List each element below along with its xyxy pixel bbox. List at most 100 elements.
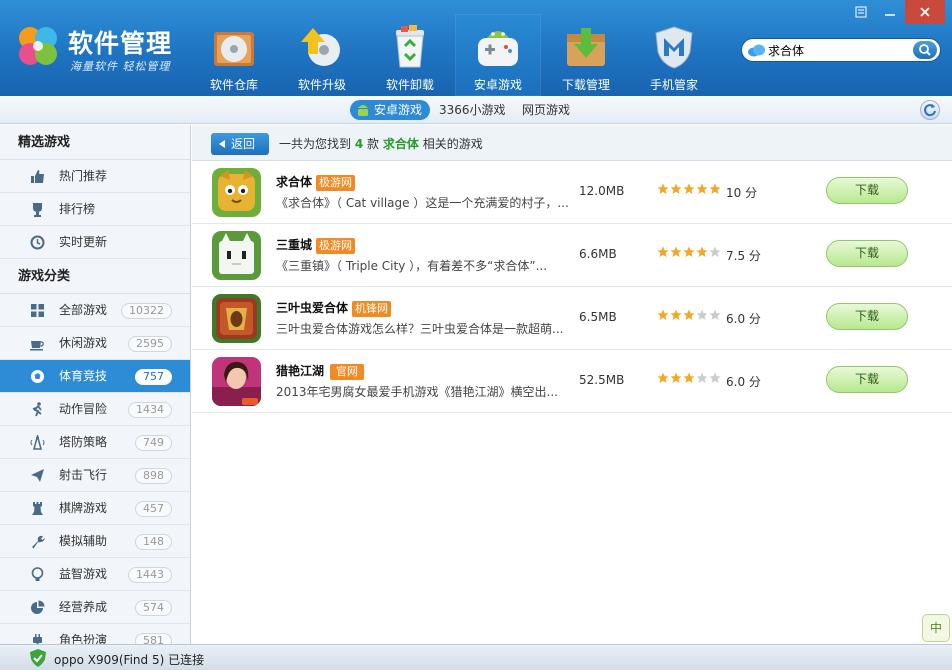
android-icon bbox=[358, 105, 368, 116]
back-button[interactable]: 返回 bbox=[211, 133, 269, 155]
tab-web-games[interactable]: 网页游戏 bbox=[522, 100, 570, 120]
star-icon bbox=[670, 183, 682, 194]
star-icon bbox=[657, 246, 669, 257]
star-icon bbox=[657, 372, 669, 383]
star-icon bbox=[696, 183, 708, 194]
count-badge: 1443 bbox=[128, 567, 172, 583]
download-button[interactable]: 下载 bbox=[826, 366, 908, 393]
search-button[interactable] bbox=[913, 41, 937, 59]
sidebar-item-strategy[interactable]: 塔防策略 749 bbox=[0, 426, 190, 459]
app-size: 12.0MB bbox=[579, 184, 625, 198]
star-icon bbox=[709, 372, 721, 383]
app-description: 《三重镇》（ Triple City ），有着差不多“求合体”... bbox=[276, 259, 548, 273]
sidebar-item-label: 排行榜 bbox=[59, 202, 96, 216]
triple-city-icon[interactable] bbox=[212, 231, 261, 280]
heroine-icon[interactable] bbox=[212, 357, 261, 406]
nav-software-uninstall[interactable]: 软件卸载 bbox=[367, 18, 453, 94]
result-count: 4 bbox=[354, 137, 364, 151]
nav-phone-guard[interactable]: 手机管家 bbox=[631, 18, 717, 94]
star-icon bbox=[696, 246, 708, 257]
sidebar-item-rpg[interactable]: 角色扮演 581 bbox=[0, 624, 190, 644]
wrench-icon bbox=[32, 535, 45, 549]
tab-label: 安卓游戏 bbox=[374, 103, 423, 117]
star-icon bbox=[657, 309, 669, 320]
search-icon bbox=[919, 44, 931, 56]
sidebar-item-label: 体育竞技 bbox=[59, 369, 108, 383]
sidebar-item-chess[interactable]: 棋牌游戏 457 bbox=[0, 492, 190, 525]
star-rating bbox=[657, 246, 722, 260]
close-icon[interactable] bbox=[905, 0, 945, 24]
star-icon bbox=[670, 372, 682, 383]
app-score: 6.0 分 bbox=[726, 375, 761, 389]
refresh-button[interactable] bbox=[920, 100, 940, 120]
disc-box-icon bbox=[214, 32, 254, 66]
sidebar-item-puzzle[interactable]: 益智游戏 1443 bbox=[0, 558, 190, 591]
sidebar-section-categories: 游戏分类 bbox=[0, 259, 190, 294]
star-icon bbox=[683, 309, 695, 320]
minimize-icon[interactable] bbox=[876, 0, 904, 24]
clover-logo-icon bbox=[19, 27, 57, 65]
skin-icon[interactable] bbox=[847, 0, 875, 24]
nav-software-upgrade[interactable]: 软件升级 bbox=[279, 18, 365, 94]
sidebar-item-all[interactable]: 全部游戏 10322 bbox=[0, 294, 190, 327]
cat-village-icon[interactable] bbox=[212, 168, 261, 217]
app-row[interactable]: 求合体 极游网 《求合体》（ Cat village ）这是一个充满爱的村子，..… bbox=[192, 161, 952, 224]
app-row[interactable]: 三叶虫爱合体 机锋网 三叶虫爱合体游戏怎么样？三叶虫爱合体是一款超萌... 6.5… bbox=[192, 287, 952, 350]
grid-icon bbox=[31, 304, 44, 317]
result-keyword: 求合体 bbox=[382, 137, 419, 151]
app-name-text: 三重城 bbox=[276, 238, 313, 252]
sidebar-item-label: 模拟辅助 bbox=[59, 534, 108, 548]
star-icon bbox=[709, 183, 721, 194]
sidebar-item-ranking[interactable]: 排行榜 bbox=[0, 193, 190, 226]
sidebar-item-simulation[interactable]: 模拟辅助 148 bbox=[0, 525, 190, 558]
app-name[interactable]: 求合体 极游网 bbox=[276, 173, 356, 191]
nav-label: 手机管家 bbox=[649, 78, 698, 92]
sidebar-item-realtime[interactable]: 实时更新 bbox=[0, 226, 190, 259]
source-badge: 极游网 bbox=[316, 238, 356, 254]
nav-android-games[interactable]: 安卓游戏 bbox=[455, 14, 541, 96]
sidebar-item-business[interactable]: 经营养成 574 bbox=[0, 591, 190, 624]
nav-label: 安卓游戏 bbox=[473, 78, 522, 92]
nav-download-manager[interactable]: 下载管理 bbox=[543, 18, 629, 94]
sidebar-item-hot[interactable]: 热门推荐 bbox=[0, 160, 190, 193]
pie-icon bbox=[31, 600, 45, 614]
sidebar-item-casual[interactable]: 休闲游戏 2595 bbox=[0, 327, 190, 360]
ime-toggle-button[interactable]: 中 bbox=[922, 614, 950, 642]
result-suffix: 相关的游戏 bbox=[422, 137, 483, 151]
recycle-bin-icon bbox=[396, 25, 424, 68]
status-bar: oppo X909(Find 5) 已连接 bbox=[0, 644, 952, 670]
brand-title: 软件管理 bbox=[68, 29, 173, 58]
sidebar-item-label: 经营养成 bbox=[59, 600, 108, 614]
app-row[interactable]: 猎艳江湖 官网 2013年宅男腐女最爱手机游戏《猎艳江湖》横空出... 52.5M… bbox=[192, 350, 952, 413]
app-row[interactable]: 三重城 极游网 《三重镇》（ Triple City ），有着差不多“求合体”..… bbox=[192, 224, 952, 287]
nav-software-store[interactable]: 软件仓库 bbox=[191, 18, 277, 94]
result-summary: 一共为您找到 4 款 求合体 相关的游戏 bbox=[279, 135, 483, 152]
app-size: 6.6MB bbox=[579, 247, 617, 261]
count-badge: 1434 bbox=[128, 402, 172, 418]
count-badge: 148 bbox=[135, 534, 172, 550]
app-description: 2013年宅男腐女最爱手机游戏《猎艳江湖》横空出... bbox=[276, 385, 558, 399]
search-input[interactable] bbox=[768, 42, 913, 59]
count-badge: 574 bbox=[135, 600, 172, 616]
app-name[interactable]: 三叶虫爱合体 机锋网 bbox=[276, 299, 392, 317]
download-button[interactable]: 下载 bbox=[826, 240, 908, 267]
result-unit: 款 bbox=[367, 137, 380, 151]
star-icon bbox=[670, 309, 682, 320]
app-name[interactable]: 猎艳江湖 官网 bbox=[276, 362, 365, 380]
nav-label: 软件仓库 bbox=[209, 78, 258, 92]
soccer-ball-icon bbox=[31, 370, 44, 383]
sidebar-item-action[interactable]: 动作冒险 1434 bbox=[0, 393, 190, 426]
sidebar-item-shooting[interactable]: 射击飞行 898 bbox=[0, 459, 190, 492]
paper-plane-icon bbox=[31, 469, 44, 482]
download-button[interactable]: 下载 bbox=[826, 303, 908, 330]
app-score: 10 分 bbox=[726, 186, 758, 200]
app-name[interactable]: 三重城 极游网 bbox=[276, 236, 356, 254]
download-button[interactable]: 下载 bbox=[826, 177, 908, 204]
sidebar-item-sports[interactable]: 体育竞技 757 bbox=[0, 360, 190, 393]
trilobite-icon[interactable] bbox=[212, 294, 261, 343]
tab-android-games[interactable]: 安卓游戏 bbox=[350, 100, 431, 120]
tab-3366-games[interactable]: 3366小游戏 bbox=[439, 100, 506, 120]
star-icon bbox=[696, 309, 708, 320]
app-name-text: 三叶虫爱合体 bbox=[276, 301, 349, 315]
app-description: 三叶虫爱合体游戏怎么样？三叶虫爱合体是一款超萌... bbox=[276, 322, 564, 336]
